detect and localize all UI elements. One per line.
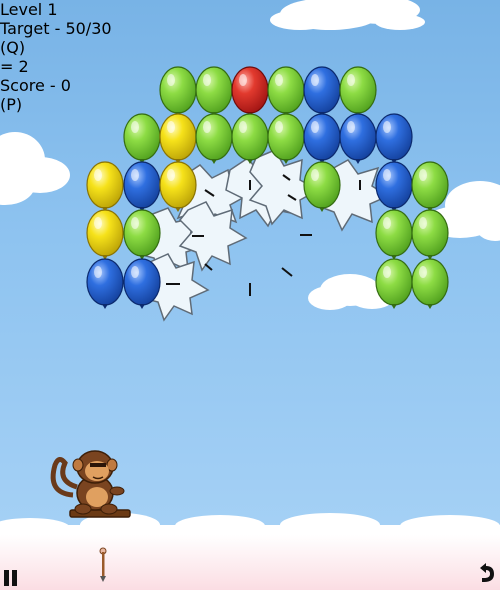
balloon-green[interactable] (411, 161, 449, 212)
balloon-green[interactable] (195, 66, 233, 117)
pause-icon[interactable] (4, 570, 18, 586)
balloon-green[interactable] (159, 66, 197, 117)
balloon-green[interactable] (195, 113, 233, 164)
cloud-top-right (270, 0, 425, 30)
balloon-green[interactable] (411, 209, 449, 260)
balloon-green[interactable] (339, 66, 377, 117)
balloon-blue[interactable] (339, 113, 377, 164)
balloon-green[interactable] (267, 66, 305, 117)
balloon-blue[interactable] (123, 161, 161, 212)
balloon-green[interactable] (123, 113, 161, 164)
balloon-yellow[interactable] (159, 113, 197, 164)
balloon-blue[interactable] (86, 258, 124, 309)
dart-icon (99, 547, 107, 582)
hud-bar (0, 535, 500, 590)
game-canvas[interactable] (0, 0, 500, 590)
balloon-green[interactable] (375, 209, 413, 260)
balloon-blue[interactable] (375, 113, 413, 164)
balloon-blue[interactable] (303, 113, 341, 164)
monkey-player[interactable] (50, 450, 131, 518)
balloon-green[interactable] (411, 258, 449, 309)
balloon-red[interactable] (231, 66, 269, 117)
balloon-blue[interactable] (375, 161, 413, 212)
balloon-yellow[interactable] (86, 161, 124, 212)
undo-icon[interactable] (476, 562, 496, 584)
balloon-yellow[interactable] (86, 209, 124, 260)
balloon-blue[interactable] (303, 66, 341, 117)
cloud-left (0, 132, 70, 205)
